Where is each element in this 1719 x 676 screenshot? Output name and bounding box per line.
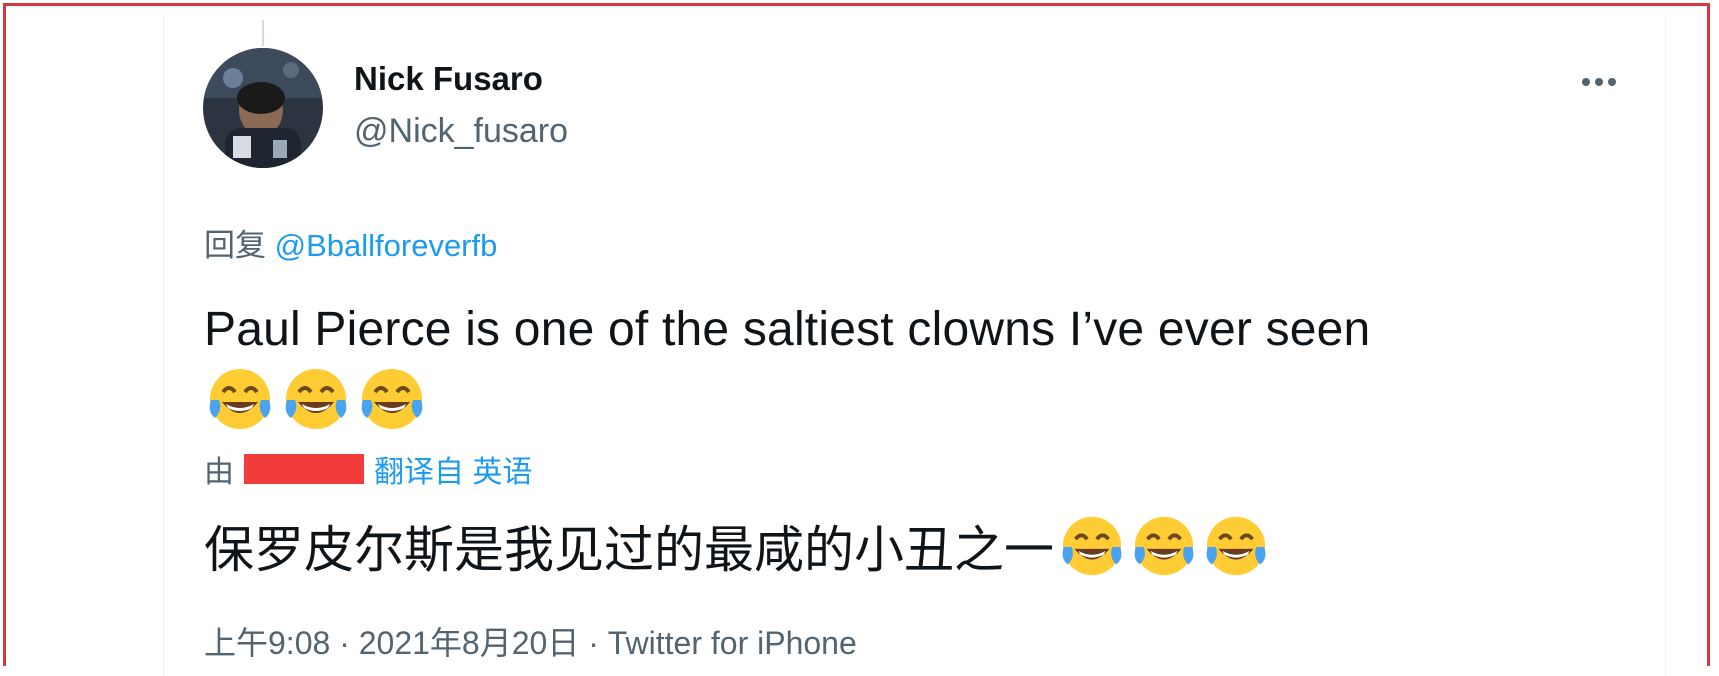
tweet-emoji-row (207, 366, 425, 432)
avatar-photo-icon (203, 48, 323, 168)
face-with-tears-of-joy-icon (285, 369, 347, 429)
avatar[interactable] (203, 48, 323, 168)
reply-prefix: 回复 (204, 228, 266, 263)
author-handle[interactable]: @Nick_fusaro (354, 112, 568, 151)
translation-by-prefix: 由 (204, 456, 234, 489)
meta-separator: · (588, 625, 599, 661)
reply-context: 回复 @Bballforeverfb (204, 220, 497, 265)
author-name[interactable]: Nick Fusaro (354, 60, 543, 98)
translated-from-link[interactable]: 翻译自 英语 (374, 447, 532, 491)
face-with-tears-of-joy-icon (361, 369, 423, 429)
tweet-source[interactable]: Twitter for iPhone (608, 625, 857, 661)
translation-attribution: 由 翻译自 英语 (204, 447, 532, 491)
tweet-metadata: 上午9:08 · 2021年8月20日 · Twitter for iPhone (204, 618, 857, 664)
face-with-tears-of-joy-icon (209, 369, 271, 429)
reply-mention-link[interactable]: @Bballforeverfb (275, 228, 498, 263)
translated-text: 保罗皮尔斯是我见过的最咸的小丑之一 (204, 522, 1054, 578)
meta-separator: · (339, 625, 350, 661)
thread-connector-line (262, 20, 264, 46)
tweet-time[interactable]: 上午9:08 (204, 625, 330, 661)
redaction-mark (244, 454, 364, 484)
tweet-text: Paul Pierce is one of the saltiest clown… (204, 303, 1371, 356)
more-icon (1582, 78, 1616, 86)
face-with-tears-of-joy-icon (1062, 516, 1122, 576)
tweet-date[interactable]: 2021年8月20日 (359, 625, 580, 661)
translated-emoji-row (1060, 514, 1268, 578)
face-with-tears-of-joy-icon (1134, 516, 1194, 576)
more-options-button[interactable] (1572, 62, 1626, 102)
face-with-tears-of-joy-icon (1206, 516, 1266, 576)
translated-tweet-text: 保罗皮尔斯是我见过的最咸的小丑之一 (204, 510, 1268, 582)
